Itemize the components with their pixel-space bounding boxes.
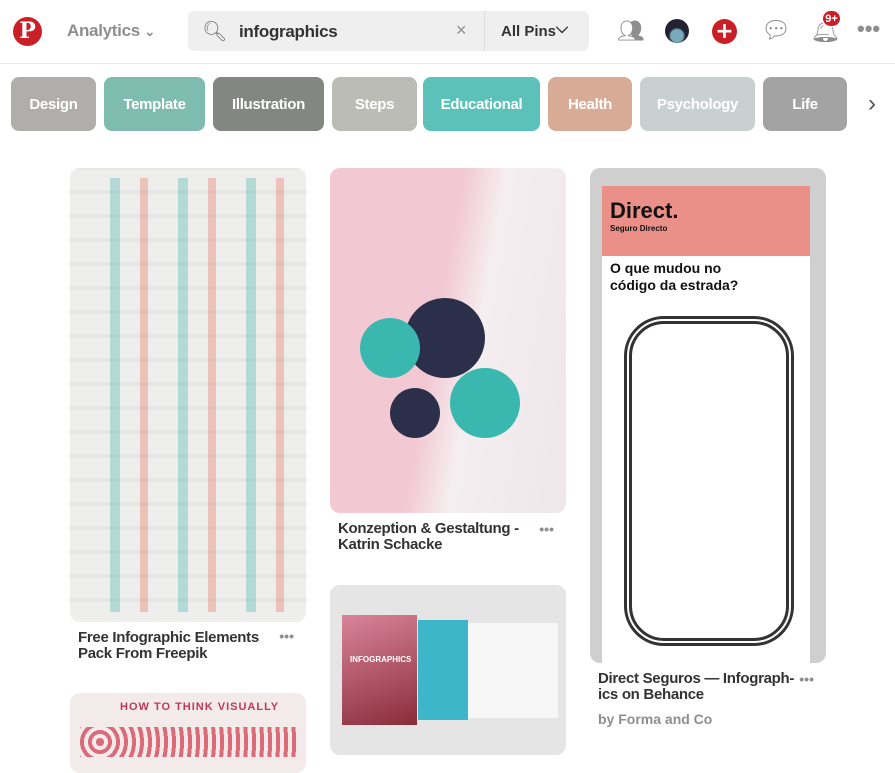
magazine-page bbox=[418, 620, 468, 720]
create-pin-button[interactable]: + bbox=[712, 19, 737, 44]
search-icon: 🔍︎ bbox=[202, 21, 228, 43]
notification-badge: 9+ bbox=[822, 10, 841, 27]
pin-card[interactable]: Free Infographic Elements Pack From Free… bbox=[70, 168, 306, 662]
more-icon[interactable]: ••• bbox=[857, 16, 880, 42]
pin-title[interactable]: Konzeption & Gestaltung - Katrin Schacke bbox=[338, 521, 536, 553]
filter-dropdown[interactable]: All Pins bbox=[501, 23, 556, 40]
pin-image[interactable]: Direct. Seguro Directo O que mudou no có… bbox=[590, 168, 826, 663]
circle-graphic bbox=[450, 368, 520, 438]
infographic-graphic bbox=[80, 178, 296, 612]
search-input[interactable]: infographics bbox=[239, 22, 338, 42]
pin-image[interactable]: HOW TO THINK VISUALLY bbox=[70, 693, 306, 773]
circle-graphic bbox=[360, 318, 420, 378]
pin-author[interactable]: by Forma and Co bbox=[598, 711, 818, 727]
search-bar: 🔍︎ infographics × All Pins ⌵ bbox=[188, 11, 589, 51]
infographic-header: Direct. Seguro Directo bbox=[602, 186, 810, 256]
pin-card[interactable]: HOW TO THINK VISUALLY bbox=[70, 693, 306, 773]
divider bbox=[484, 11, 485, 51]
circles-graphic bbox=[80, 727, 296, 757]
people-icon[interactable]: 👥︎ bbox=[617, 18, 645, 44]
magazine-page bbox=[468, 623, 558, 718]
chevron-down-icon[interactable]: ⌵ bbox=[556, 20, 568, 38]
chip-template[interactable]: Template bbox=[104, 77, 205, 131]
pin-image[interactable]: INFOGRAPHICS bbox=[330, 585, 566, 755]
chip-health[interactable]: Health bbox=[548, 77, 632, 131]
pin-card[interactable]: INFOGRAPHICS bbox=[330, 585, 566, 755]
pin-title[interactable]: Free Infographic Elements Pack From Free… bbox=[78, 630, 276, 662]
chip-steps[interactable]: Steps bbox=[332, 77, 417, 131]
pin-card[interactable]: Direct. Seguro Directo O que mudou no có… bbox=[590, 168, 826, 727]
chip-life[interactable]: Life bbox=[763, 77, 847, 131]
infographic-page: Direct. Seguro Directo O que mudou no có… bbox=[602, 186, 810, 663]
chevron-down-icon: ⌄ bbox=[144, 24, 155, 39]
chip-illustration[interactable]: Illustration bbox=[213, 77, 324, 131]
clear-icon[interactable]: × bbox=[456, 20, 467, 41]
chip-design[interactable]: Design bbox=[11, 77, 96, 131]
more-options-icon[interactable]: ••• bbox=[279, 628, 294, 644]
pin-image[interactable] bbox=[70, 168, 306, 622]
pin-title[interactable]: Direct Seguros — Infograph-ics on Behanc… bbox=[598, 671, 796, 703]
chip-psychology[interactable]: Psychology bbox=[640, 77, 755, 131]
pinterest-logo[interactable]: P bbox=[13, 17, 42, 46]
analytics-menu[interactable]: Analytics ⌄ bbox=[67, 21, 155, 41]
magazine-cover bbox=[342, 615, 417, 725]
chip-educational[interactable]: Educational bbox=[423, 77, 540, 131]
chevron-right-icon[interactable]: › bbox=[868, 90, 876, 118]
more-options-icon[interactable]: ••• bbox=[799, 671, 814, 687]
pin-card[interactable]: Konzeption & Gestaltung - Katrin Schacke… bbox=[330, 168, 566, 553]
pin-image[interactable] bbox=[330, 168, 566, 513]
top-nav: P Analytics ⌄ 🔍︎ infographics × All Pins… bbox=[0, 0, 895, 64]
messages-icon[interactable]: 💬︎ bbox=[761, 16, 791, 45]
circle-graphic bbox=[390, 388, 440, 438]
more-options-icon[interactable]: ••• bbox=[539, 521, 554, 537]
avatar[interactable] bbox=[665, 19, 689, 43]
road-graphic bbox=[624, 316, 794, 646]
